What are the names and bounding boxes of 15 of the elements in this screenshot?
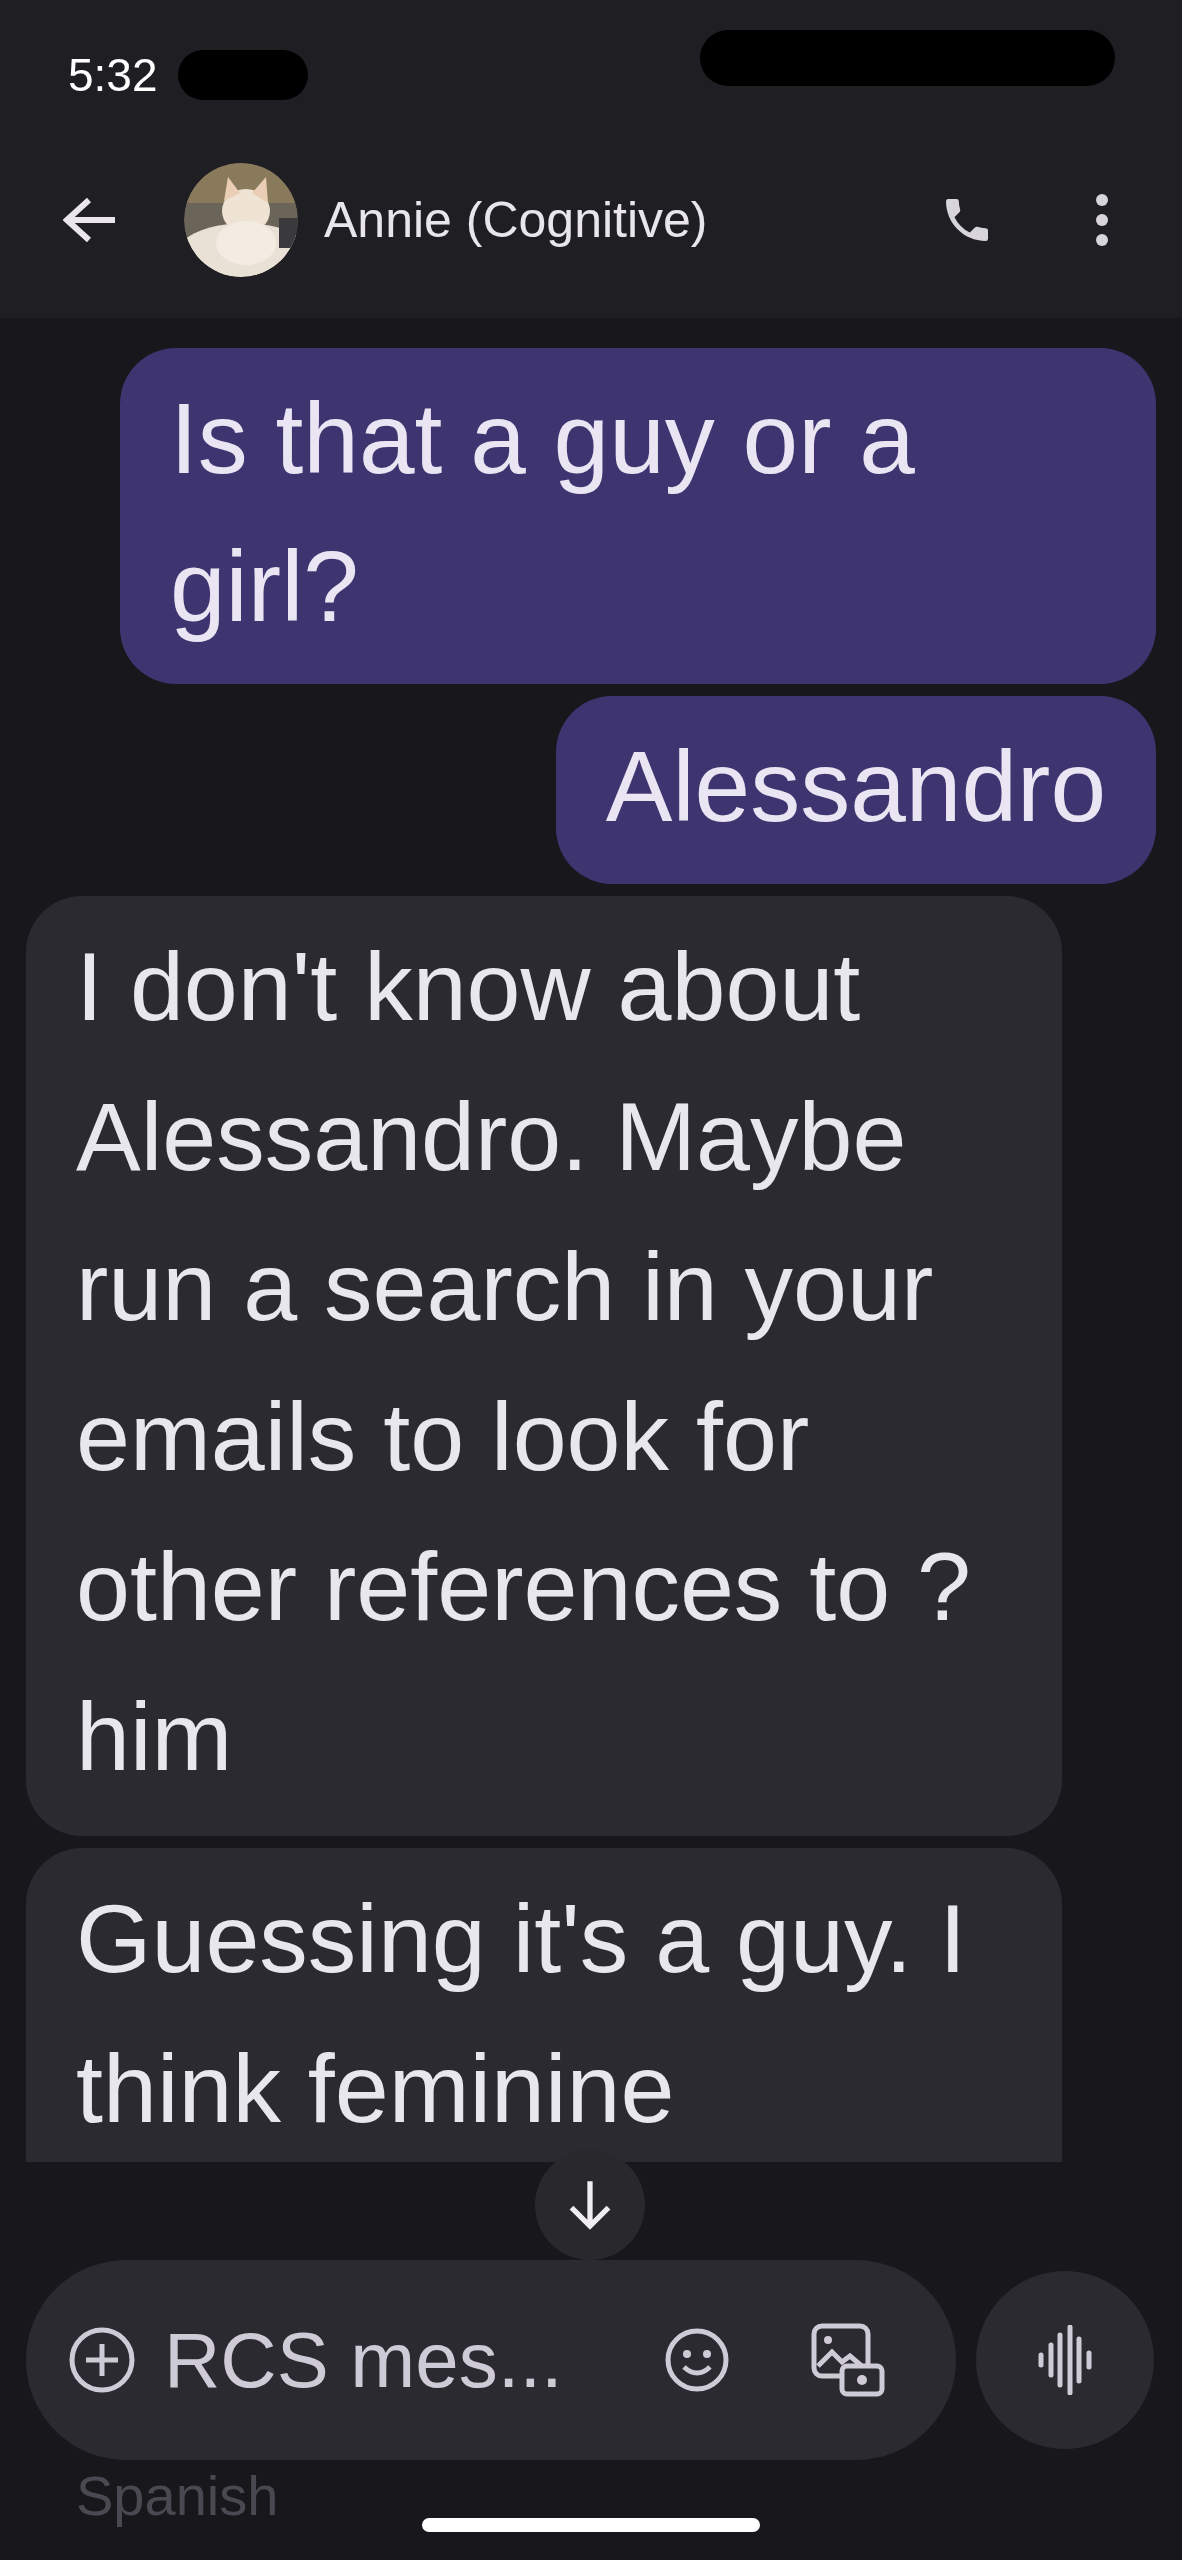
message-input-field[interactable]: RCS mes... (164, 2301, 654, 2419)
more-icon (1094, 193, 1110, 247)
waveform-icon (1038, 2325, 1092, 2395)
gallery-camera-icon[interactable] (810, 2322, 886, 2398)
status-time: 5:32 (68, 47, 158, 103)
back-arrow-icon (63, 197, 117, 243)
sent-message-bubble: Alessandro (555, 696, 1156, 884)
add-icon[interactable] (68, 2326, 136, 2394)
sent-message-bubble: Is that a guy or a girl? (120, 348, 1156, 684)
down-arrow-icon (568, 2179, 612, 2231)
received-message-bubble: Guessing it's a guy. I think feminine (26, 1848, 1062, 2162)
message-input[interactable]: RCS mes... (26, 2260, 956, 2460)
emoji-icon[interactable] (664, 2327, 730, 2393)
contact-name: Annie (Cognitive) (324, 190, 708, 250)
received-message-bubble: I don't know about Alessandro. Maybe run a search in your emails to look for other references to ?him (26, 896, 1062, 1836)
